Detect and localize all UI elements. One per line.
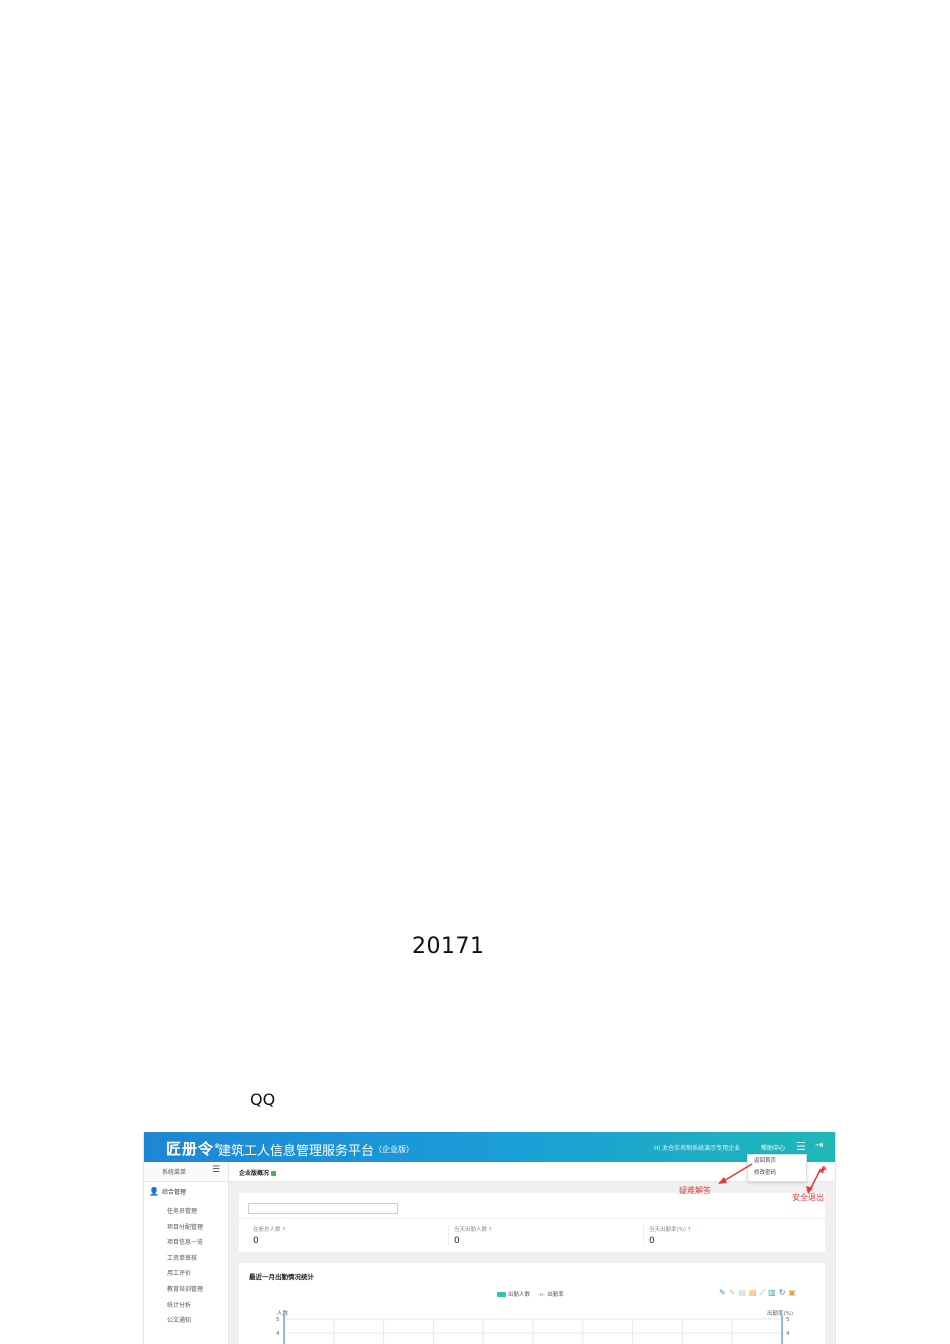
dropdown-item-change-password[interactable]: 修改密码 xyxy=(748,1167,806,1179)
y-tick-label-left: 5 xyxy=(276,1317,280,1323)
pin-icon[interactable]: 📌 xyxy=(817,1166,827,1175)
user-icon: 👤 xyxy=(149,1187,159,1196)
sidebar-item[interactable]: 工资单审核 xyxy=(167,1251,203,1267)
sidebar-item[interactable]: 教育培训管理 xyxy=(167,1282,203,1298)
overview-card: 在册总人数 ? 0 当天出勤人数 ? 0 当天出勤率(%) ? 0 xyxy=(239,1193,825,1252)
stat-value: 0 xyxy=(253,1236,259,1246)
platform-title: 建筑工人信息管理服务平台 xyxy=(218,1144,375,1159)
stat-value: 0 xyxy=(454,1236,460,1246)
sidebar-header: 系统菜单 ☰ xyxy=(144,1162,228,1182)
stat-total-registered: 在册总人数 ? 0 xyxy=(253,1225,443,1246)
sidebar-toggle-icon[interactable]: ☰ xyxy=(212,1165,220,1175)
y-tick-label-right: 4 xyxy=(786,1331,790,1337)
sidebar-group-label: 综合管理 xyxy=(161,1189,186,1196)
user-dropdown-menu: 返回首页 修改密码 xyxy=(747,1154,807,1182)
tab-overview-label: 企业版概况 xyxy=(239,1170,270,1177)
help-icon[interactable]: ? xyxy=(282,1227,285,1233)
sidebar-list: 任务员管理 项目分配管理 项目信息一览 工资单审核 用工评价 教育培训管理 统计… xyxy=(167,1204,203,1329)
sidebar-title: 系统菜单 xyxy=(162,1169,187,1176)
stat-label: 当天出勤人数 xyxy=(454,1227,488,1233)
help-icon[interactable]: ? xyxy=(688,1227,691,1233)
sidebar-group[interactable]: 👤 综合管理 xyxy=(149,1187,186,1196)
attendance-chart-card: 最近一月出勤情况统计 出勤人数 -o- 出勤率 ✎✎▤▤⟋▥↻▣ 人数 出勤率(%… xyxy=(239,1263,825,1344)
sidebar-item[interactable]: 统计分析 xyxy=(167,1298,203,1314)
sidebar-item[interactable]: 项目分配管理 xyxy=(167,1220,203,1236)
sidebar: 系统菜单 ☰ 👤 综合管理 任务员管理 项目分配管理 项目信息一览 工资单审核 用… xyxy=(144,1162,229,1344)
tab-overview[interactable]: 企业版概况 xyxy=(239,1168,277,1177)
tab-status-icon xyxy=(271,1171,277,1176)
card-divider xyxy=(239,1218,825,1219)
app-header: 匠册令® 建筑工人信息管理服务平台 （企业版） Hi 太仓实名制系统演示专用企业… xyxy=(144,1132,835,1162)
search-input[interactable] xyxy=(248,1203,398,1214)
stat-today-attendance: 当天出勤人数 ? 0 xyxy=(448,1225,639,1246)
y-tick-label-left: 4 xyxy=(276,1331,280,1337)
annotation-exit: 安全退出 xyxy=(792,1193,824,1202)
menu-icon[interactable]: ☰ xyxy=(796,1140,806,1153)
sidebar-item[interactable]: 用工评价 xyxy=(167,1266,203,1282)
document-qq-text: QQ xyxy=(250,1090,276,1109)
help-center-link[interactable]: 帮助中心 xyxy=(761,1143,785,1152)
embedded-screenshot: 匠册令® 建筑工人信息管理服务平台 （企业版） Hi 太仓实名制系统演示专用企业… xyxy=(143,1132,836,1344)
y-tick-label-right: 5 xyxy=(786,1317,790,1323)
app-logo: 匠册令® xyxy=(166,1138,221,1159)
sidebar-item[interactable]: 项目信息一览 xyxy=(167,1235,203,1251)
document-year-text: 20171 xyxy=(412,934,485,959)
sidebar-item[interactable]: 任务员管理 xyxy=(167,1204,203,1220)
company-name[interactable]: Hi 太仓实名制系统演示专用企业 xyxy=(654,1143,740,1152)
edition-label: （企业版） xyxy=(374,1145,414,1154)
stat-value: 0 xyxy=(649,1236,655,1246)
stat-today-attendance-rate: 当天出勤率(%) ? 0 xyxy=(643,1225,834,1246)
dropdown-item-home[interactable]: 返回首页 xyxy=(748,1155,806,1167)
annotation-help: 疑难解答 xyxy=(679,1186,711,1195)
tab-bar: 企业版概况 📌 xyxy=(229,1162,835,1182)
logout-icon[interactable]: ⇥ xyxy=(815,1140,823,1151)
stat-label: 当天出勤率(%) xyxy=(649,1227,687,1233)
attendance-chart: 5 4 5 4 xyxy=(276,1315,790,1344)
sidebar-item[interactable]: 公文通知 xyxy=(167,1313,203,1329)
logo-text: 匠册令 xyxy=(166,1140,215,1158)
help-icon[interactable]: ? xyxy=(489,1227,492,1233)
stat-label: 在册总人数 xyxy=(253,1227,281,1233)
